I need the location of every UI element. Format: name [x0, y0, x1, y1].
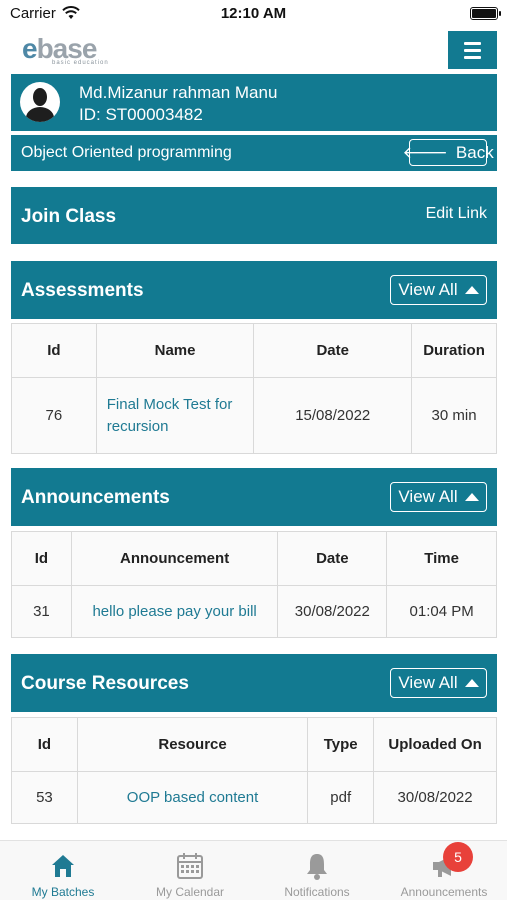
resources-view-all-button[interactable]: View All	[390, 668, 487, 698]
caret-up-icon	[464, 493, 479, 501]
caret-up-icon	[464, 286, 479, 294]
assessments-title: Assessments	[21, 280, 144, 301]
tab-my-batches[interactable]: My Batches	[0, 841, 126, 900]
edit-link-button[interactable]: Edit Link	[426, 205, 487, 223]
assessments-table: Id Name Date Duration 76 Final Mock Test…	[11, 323, 497, 454]
tab-label: Announcements	[400, 885, 488, 899]
clock: 12:10 AM	[220, 5, 287, 22]
assessments-view-all-button[interactable]: View All	[390, 275, 487, 305]
announcements-table: Id Announcement Date Time 31 hello pleas…	[11, 531, 497, 638]
announcement-time: 01:04 PM	[386, 585, 497, 638]
hamburger-menu-button[interactable]	[448, 31, 497, 69]
tab-label: My Batches	[31, 885, 95, 899]
arrow-left-icon: 🡐	[402, 142, 448, 162]
menu-icon-line	[464, 41, 481, 45]
bottom-tab-bar: My Batches My Calendar Notifications Ann…	[0, 840, 507, 900]
student-name: Md.Mizanur rahman Manu	[79, 83, 278, 102]
course-bar: Object Oriented programming 🡐 Back	[11, 135, 497, 171]
column-header: Uploaded On	[373, 717, 497, 772]
announcements-badge: 5	[443, 842, 473, 872]
view-all-label: View All	[398, 280, 458, 299]
bell-icon	[307, 854, 327, 880]
announcements-view-all-button[interactable]: View All	[390, 482, 487, 512]
announcement-date: 30/08/2022	[277, 585, 388, 638]
resource-type: pdf	[307, 771, 375, 824]
column-header: Resource	[76, 717, 309, 772]
assessments-header: Assessments View All	[11, 261, 497, 319]
resource-id: 53	[11, 771, 78, 824]
table-row: 53 OOP based content pdf 30/08/2022	[11, 771, 497, 824]
course-title: Object Oriented programming	[21, 144, 232, 161]
column-header: Date	[277, 531, 388, 586]
tab-my-calendar[interactable]: My Calendar	[127, 841, 253, 900]
back-button[interactable]: 🡐 Back	[402, 139, 494, 166]
home-icon	[52, 855, 74, 877]
calendar-icon	[177, 853, 203, 879]
announcement-link[interactable]: hello please pay your bill	[70, 585, 279, 638]
resource-link[interactable]: OOP based content	[76, 771, 309, 824]
ebase-logo: ebase basic education	[22, 33, 118, 69]
menu-icon-line	[464, 48, 481, 52]
announcement-id: 31	[11, 585, 72, 638]
column-header: Time	[386, 531, 497, 586]
column-header: Id	[11, 323, 97, 378]
announcements-title: Announcements	[21, 487, 170, 508]
view-all-label: View All	[398, 487, 458, 506]
column-header: Type	[307, 717, 375, 772]
column-header: Id	[11, 717, 78, 772]
announcements-header: Announcements View All	[11, 468, 497, 526]
resources-header: Course Resources View All	[11, 654, 497, 712]
assessment-name-link[interactable]: Final Mock Test for recursion	[95, 377, 255, 454]
profile-card: Md.Mizanur rahman Manu ID: ST00003482	[11, 74, 497, 131]
logo-e: e	[22, 33, 38, 64]
resource-uploaded-on: 30/08/2022	[373, 771, 497, 824]
assessment-id: 76	[11, 377, 97, 454]
column-header: Date	[253, 323, 413, 378]
tab-label: Notifications	[284, 885, 350, 899]
column-header: Name	[95, 323, 255, 378]
column-header: Announcement	[70, 531, 279, 586]
join-class-bar[interactable]: Join Class Edit Link	[11, 187, 497, 244]
tab-notifications[interactable]: Notifications	[254, 841, 380, 900]
student-id: ID: ST00003482	[79, 105, 203, 124]
table-header-row: Id Resource Type Uploaded On	[11, 717, 497, 772]
column-header: Duration	[411, 323, 497, 378]
tab-label: My Calendar	[155, 885, 225, 899]
avatar-icon	[20, 82, 60, 122]
back-label: Back	[455, 142, 494, 162]
assessment-duration: 30 min	[411, 377, 497, 454]
table-row: 31 hello please pay your bill 30/08/2022…	[11, 585, 497, 638]
table-header-row: Id Name Date Duration	[11, 323, 497, 378]
resources-title: Course Resources	[21, 673, 189, 694]
status-bar: Carrier 12:10 AM	[0, 0, 507, 28]
table-header-row: Id Announcement Date Time	[11, 531, 497, 586]
table-row: 76 Final Mock Test for recursion 15/08/2…	[11, 377, 497, 454]
column-header: Id	[11, 531, 72, 586]
assessment-date: 15/08/2022	[253, 377, 413, 454]
resources-table: Id Resource Type Uploaded On 53 OOP base…	[11, 717, 497, 824]
join-class-title[interactable]: Join Class	[21, 206, 116, 228]
menu-icon-line	[464, 55, 481, 59]
caret-up-icon	[464, 679, 479, 687]
view-all-label: View All	[398, 673, 458, 692]
logo-tagline: basic education	[52, 60, 109, 66]
battery-icon	[470, 7, 501, 20]
